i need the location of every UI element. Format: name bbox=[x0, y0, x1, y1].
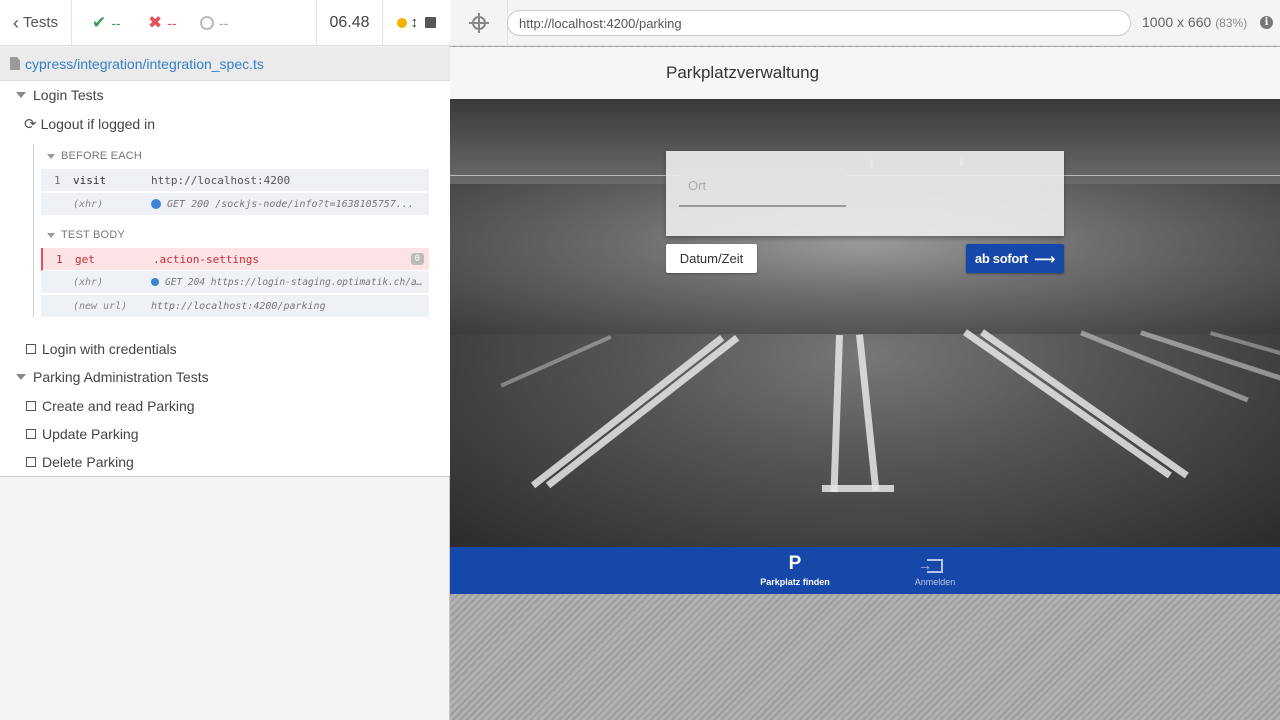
nav-parkplatz-finden[interactable]: P Parkplatz finden bbox=[750, 553, 840, 587]
reporter-stats-bar: ‹ Tests ✔ -- ✖ -- -- 06.48 ↕ bbox=[0, 0, 450, 46]
test-update-parking[interactable]: Update Parking bbox=[0, 422, 450, 446]
run-duration: 06.48 bbox=[317, 0, 383, 45]
suite-parking-admin[interactable]: Parking Administration Tests bbox=[0, 365, 450, 389]
login-icon bbox=[918, 554, 943, 576]
info-icon[interactable]: i bbox=[1260, 16, 1273, 29]
element-count-badge: 0 bbox=[410, 253, 424, 265]
pending-checkbox-icon bbox=[26, 401, 36, 411]
failed-count: ✖ -- bbox=[148, 12, 177, 32]
passed-count: ✔ -- bbox=[92, 12, 121, 32]
arrow-right-icon: ⟶ bbox=[1033, 250, 1056, 268]
stop-icon[interactable] bbox=[425, 17, 437, 28]
pending-checkbox-icon bbox=[26, 344, 36, 354]
command-row[interactable]: (xhr) GET 204 https://login-staging.opti… bbox=[41, 271, 429, 294]
spec-file-link[interactable]: cypress/integration/integration_spec.ts bbox=[25, 56, 264, 72]
datum-zeit-button[interactable]: Datum/Zeit bbox=[666, 244, 757, 273]
test-delete-parking[interactable]: Delete Parking bbox=[0, 450, 450, 474]
hook-test-body[interactable]: TEST BODY bbox=[0, 223, 450, 247]
parking-garage-hero-image: Ort Datum/Zeit ab sofort ⟶ bbox=[450, 99, 1280, 547]
ort-input[interactable]: Ort bbox=[679, 165, 846, 207]
caret-down-icon bbox=[47, 232, 55, 238]
arrows-updown-icon: ↕ bbox=[410, 14, 419, 31]
auto-scroll-toggle[interactable]: ↕ bbox=[396, 14, 419, 31]
aut-url-field[interactable]: http://localhost:4200/parking bbox=[507, 10, 1131, 36]
run-controls: ↕ bbox=[383, 0, 450, 45]
pending-circle-icon bbox=[200, 15, 214, 30]
pending-checkbox-icon bbox=[26, 457, 36, 467]
command-row[interactable]: 1 visit http://localhost:4200 bbox=[41, 169, 429, 192]
viewport-size: 1000 x 660 (83%) bbox=[1142, 14, 1248, 30]
back-to-tests-button[interactable]: ‹ Tests bbox=[0, 0, 72, 45]
suite-login-tests[interactable]: Login Tests bbox=[0, 83, 450, 107]
test-tree: Login Tests ⟳ Logout if logged in BEFORE… bbox=[0, 81, 450, 477]
check-icon: ✔ bbox=[92, 12, 107, 32]
xhr-status-dot-icon bbox=[151, 198, 161, 209]
page-title: Parkplatzverwaltung bbox=[666, 63, 820, 82]
test-login-credentials[interactable]: Login with credentials bbox=[0, 337, 450, 361]
pending-count: -- bbox=[200, 15, 255, 31]
selector-playground-button[interactable] bbox=[450, 0, 508, 46]
caret-down-icon bbox=[16, 374, 26, 380]
x-icon: ✖ bbox=[148, 12, 163, 32]
refresh-icon: ⟳ bbox=[24, 116, 37, 133]
file-icon bbox=[10, 57, 20, 70]
xhr-status-dot-icon bbox=[151, 278, 159, 286]
caret-down-icon bbox=[16, 92, 26, 98]
parking-p-icon: P bbox=[788, 553, 802, 574]
caret-down-icon bbox=[47, 153, 55, 159]
running-indicator-icon bbox=[396, 17, 407, 28]
test-reporter-panel: ‹ Tests ✔ -- ✖ -- -- 06.48 ↕ cypress/int… bbox=[0, 0, 450, 720]
nav-anmelden[interactable]: Anmelden bbox=[890, 553, 980, 587]
app-iframe: Parkplatzverwaltung Ort Datum/Zeit ab so… bbox=[450, 47, 1280, 594]
pending-checkbox-icon bbox=[26, 429, 36, 439]
command-row[interactable]: (xhr) GET 200 /sockjs-node/info?t=163810… bbox=[41, 193, 429, 216]
search-card: Ort bbox=[666, 151, 1064, 236]
ab-sofort-button[interactable]: ab sofort ⟶ bbox=[966, 244, 1064, 273]
aut-header-bar: http://localhost:4200/parking 1000 x 660… bbox=[450, 0, 1280, 46]
hook-before-each[interactable]: BEFORE EACH bbox=[0, 144, 450, 168]
app-under-test-panel: http://localhost:4200/parking 1000 x 660… bbox=[450, 0, 1280, 720]
stats-counters: ✔ -- ✖ -- -- bbox=[72, 0, 317, 45]
spec-file-header: cypress/integration/integration_spec.ts bbox=[0, 47, 450, 81]
app-toolbar: Parkplatzverwaltung bbox=[450, 47, 1280, 99]
chevron-left-icon: ‹ bbox=[12, 12, 19, 33]
command-row-failed[interactable]: 1 get .action-settings 0 bbox=[41, 248, 429, 271]
test-logout[interactable]: ⟳ Logout if logged in bbox=[0, 112, 450, 136]
command-row[interactable]: (new url) http://localhost:4200/parking bbox=[41, 295, 429, 318]
test-create-parking[interactable]: Create and read Parking bbox=[0, 394, 450, 418]
crosshair-icon bbox=[468, 12, 489, 33]
tests-label: Tests bbox=[22, 14, 58, 31]
bottom-navigation: P Parkplatz finden Anmelden bbox=[450, 547, 1280, 594]
